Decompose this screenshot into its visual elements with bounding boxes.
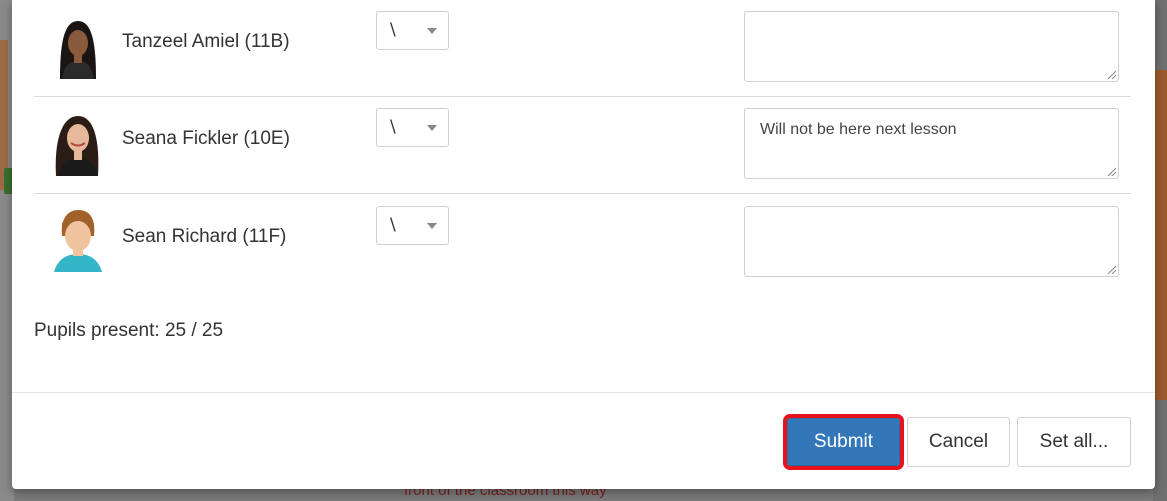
attendance-value: \	[390, 117, 396, 137]
cancel-button[interactable]: Cancel	[907, 417, 1010, 467]
student-row: Tanzeel Amiel (11B) \	[34, 0, 1131, 97]
student-name: Sean Richard (11F)	[122, 226, 287, 247]
attendance-value: \	[390, 20, 396, 40]
student-row: Seana Fickler (10E) \ Will not be here n…	[34, 96, 1131, 194]
student-name: Tanzeel Amiel (11B)	[122, 31, 290, 52]
note-text: Will not be here next lesson	[760, 121, 957, 138]
student-name: Seana Fickler (10E)	[122, 128, 290, 149]
register-modal: Tanzeel Amiel (11B) \ Seana Fickler (10E…	[12, 0, 1155, 489]
student-avatar	[50, 13, 104, 79]
student-avatar	[50, 110, 104, 176]
attendance-value: \	[390, 215, 396, 235]
chevron-down-icon	[427, 125, 437, 131]
attendance-select[interactable]: \	[376, 11, 449, 50]
note-field[interactable]: Will not be here next lesson	[744, 108, 1119, 179]
student-avatar	[50, 206, 104, 272]
attendance-select[interactable]: \	[376, 108, 449, 147]
student-row: Sean Richard (11F) \	[34, 194, 1131, 291]
note-field[interactable]	[744, 11, 1119, 82]
chevron-down-icon	[427, 28, 437, 34]
submit-button[interactable]: Submit	[783, 414, 904, 470]
resize-grip-icon[interactable]	[1106, 166, 1116, 176]
chevron-down-icon	[427, 223, 437, 229]
footer-divider	[12, 392, 1155, 393]
backdrop-panel	[1153, 70, 1167, 400]
backdrop-right	[1153, 0, 1167, 501]
resize-grip-icon[interactable]	[1106, 264, 1116, 274]
pupils-present-count: Pupils present: 25 / 25	[34, 320, 224, 341]
attendance-select[interactable]: \	[376, 206, 449, 245]
set-all-button[interactable]: Set all...	[1017, 417, 1131, 467]
note-field[interactable]	[744, 206, 1119, 277]
resize-grip-icon[interactable]	[1106, 69, 1116, 79]
